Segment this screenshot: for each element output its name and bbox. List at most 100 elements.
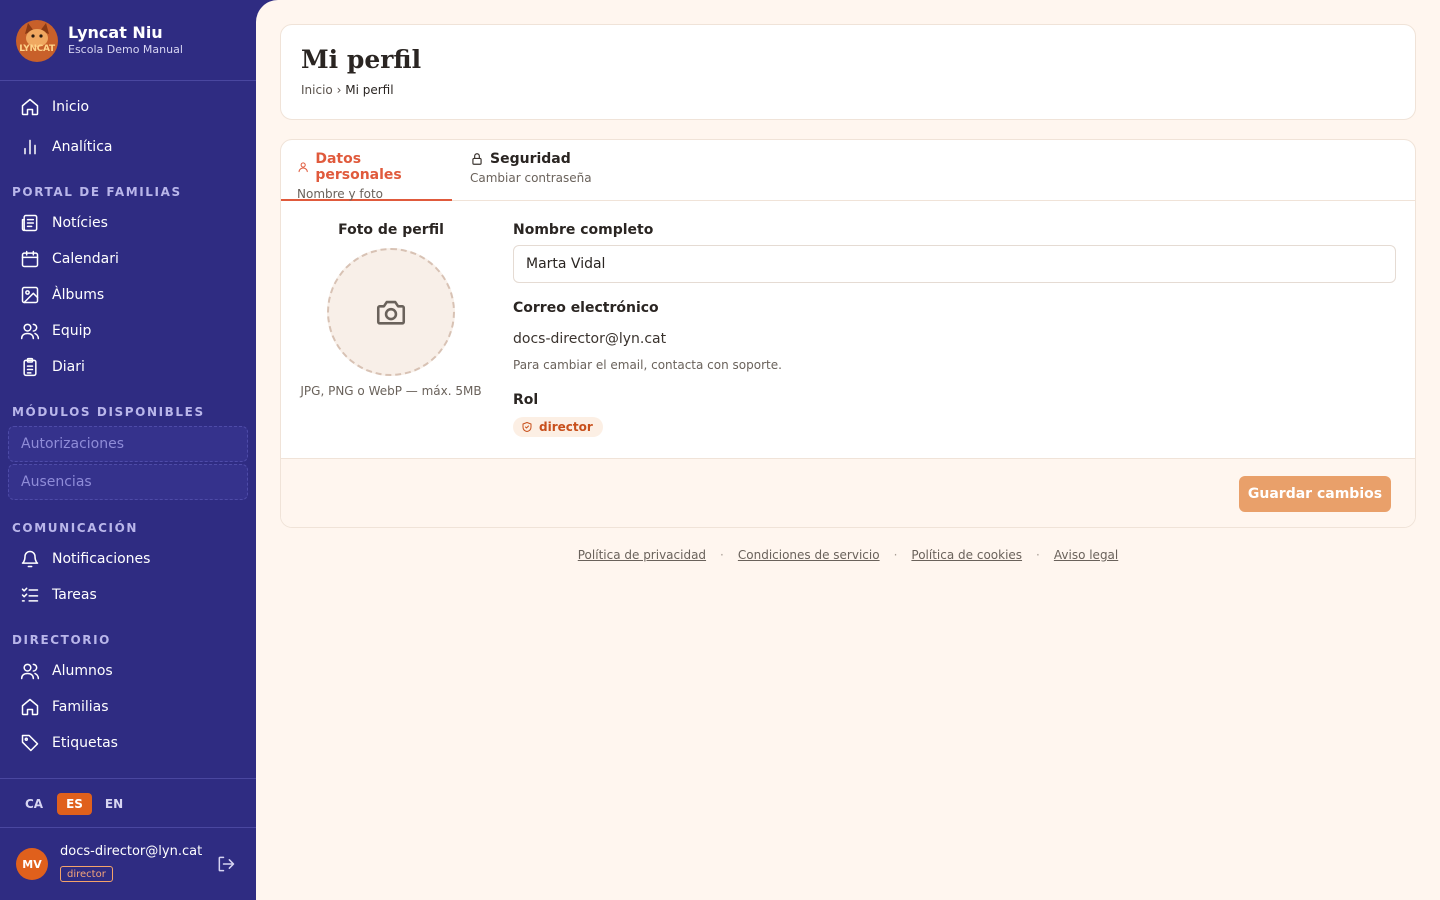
tab-title: Datos personales	[315, 151, 402, 183]
breadcrumb-home-link[interactable]: Inicio	[301, 83, 333, 97]
section-title-directorio: DIRECTORIO	[12, 633, 111, 647]
section-title-portal: PORTAL DE FAMILIAS	[12, 185, 182, 199]
sidebar-item-label: Àlbums	[52, 287, 105, 303]
sidebar-item-label: Notícies	[52, 215, 108, 231]
lang-en-button[interactable]: EN	[100, 793, 128, 815]
tab-title: Seguridad	[490, 151, 571, 167]
home-icon	[20, 97, 40, 117]
calendar-icon	[20, 249, 40, 269]
module-label: Ausencias	[21, 474, 92, 490]
sidebar-item-familias[interactable]: Familias	[8, 691, 248, 723]
sidebar-item-label: Calendari	[52, 251, 119, 267]
role-value: director	[539, 420, 593, 434]
email-hint: Para cambiar el email, contacta con sopo…	[513, 358, 782, 372]
breadcrumb-current: Mi perfil	[345, 83, 394, 97]
lang-es-button[interactable]: ES	[57, 793, 92, 815]
lyncat-logo: LYNCAT	[16, 20, 58, 62]
tab-subtitle: Nombre y foto	[297, 187, 384, 201]
sidebar-item-label: Tareas	[52, 587, 97, 603]
role-badge: director	[513, 417, 603, 437]
user-role-badge: director	[60, 866, 113, 882]
bell-icon	[20, 549, 40, 569]
sidebar-item-equip[interactable]: Equip	[8, 315, 248, 347]
footer-separator: ·	[893, 548, 898, 562]
terms-link[interactable]: Condiciones de servicio	[738, 548, 880, 562]
home-icon	[20, 697, 40, 717]
sidebar-item-alumnos[interactable]: Alumnos	[8, 655, 248, 687]
footer-links: Política de privacidad · Condiciones de …	[256, 548, 1440, 562]
sidebar-item-inicio[interactable]: Inicio	[8, 91, 248, 123]
sidebar-item-label: Alumnos	[52, 663, 113, 679]
user-email: docs-director@lyn.cat	[60, 844, 203, 859]
breadcrumb: Inicio › Mi perfil	[301, 83, 394, 97]
section-title-comunicacion: COMUNICACIÓN	[12, 521, 139, 535]
users-icon	[20, 321, 40, 341]
lock-icon	[472, 153, 482, 165]
full-name-input[interactable]	[513, 245, 1396, 283]
breadcrumb-separator: ›	[336, 83, 342, 97]
brand-header[interactable]: LYNCAT Lyncat Niu Escola Demo Manual	[0, 0, 256, 81]
shield-icon	[522, 422, 532, 432]
footer-separator: ·	[1036, 548, 1040, 562]
sidebar-item-label: Inicio	[52, 99, 90, 115]
logo-text: LYNCAT	[19, 44, 55, 54]
tab-datos-personales[interactable]: Datos personales Nombre y foto	[281, 140, 452, 201]
sidebar-item-etiquetas[interactable]: Etiquetas	[8, 727, 248, 759]
sidebar-item-label: Analítica	[52, 139, 113, 155]
tab-subtitle: Cambiar contraseña	[470, 171, 592, 185]
app: LYNCAT Lyncat Niu Escola Demo Manual Ini…	[0, 0, 1440, 900]
page-title: Mi perfil	[301, 45, 422, 74]
module-ausencias[interactable]: Ausencias	[8, 464, 248, 500]
sidebar-item-albums[interactable]: Àlbums	[8, 279, 248, 311]
legal-link[interactable]: Aviso legal	[1054, 548, 1118, 562]
main-content: Mi perfil Inicio › Mi perfil Datos perso…	[256, 0, 1440, 900]
tab-bar: Datos personales Nombre y foto Seguridad…	[281, 140, 1415, 201]
save-button[interactable]: Guardar cambios	[1239, 476, 1391, 512]
profile-card: Datos personales Nombre y foto Seguridad…	[280, 139, 1416, 528]
photo-label: Foto de perfil	[338, 222, 444, 238]
module-autorizaciones[interactable]: Autorizaciones	[8, 426, 248, 462]
lang-ca-button[interactable]: CA	[20, 793, 48, 815]
users-icon	[20, 661, 40, 681]
avatar[interactable]: MV	[16, 848, 48, 880]
list-checks-icon	[20, 585, 40, 605]
section-title-modulos: MÓDULOS DISPONIBLES	[12, 405, 205, 419]
sidebar: LYNCAT Lyncat Niu Escola Demo Manual Ini…	[0, 0, 256, 900]
sidebar-item-diari[interactable]: Diari	[8, 351, 248, 383]
tab-seguridad[interactable]: Seguridad Cambiar contraseña	[454, 140, 614, 201]
page-header: Mi perfil Inicio › Mi perfil	[280, 24, 1416, 120]
sidebar-item-label: Notificaciones	[52, 551, 151, 567]
user-icon	[298, 162, 308, 173]
sidebar-item-label: Diari	[52, 359, 85, 375]
user-panel: MV docs-director@lyn.cat director	[0, 829, 256, 900]
photo-hint: JPG, PNG o WebP — máx. 5MB	[300, 384, 482, 398]
email-value: docs-director@lyn.cat	[513, 331, 667, 347]
sidebar-item-noticies[interactable]: Notícies	[8, 207, 248, 239]
sidebar-item-tareas[interactable]: Tareas	[8, 579, 248, 611]
photo-upload[interactable]	[327, 248, 455, 376]
sidebar-item-label: Etiquetas	[52, 735, 118, 751]
camera-icon	[376, 300, 406, 325]
privacy-link[interactable]: Política de privacidad	[578, 548, 706, 562]
sidebar-item-analitica[interactable]: Analítica	[8, 131, 248, 163]
brand-name: Lyncat Niu	[68, 23, 163, 42]
footer-separator: ·	[720, 548, 724, 562]
bar-chart-icon	[20, 137, 40, 157]
card-footer: Guardar cambios	[281, 458, 1415, 527]
sidebar-item-calendari[interactable]: Calendari	[8, 243, 248, 275]
name-label: Nombre completo	[513, 222, 654, 238]
language-switcher: CA ES EN	[0, 778, 256, 828]
sidebar-item-label: Equip	[52, 323, 92, 339]
brand-subtitle: Escola Demo Manual	[68, 43, 183, 56]
sidebar-item-label: Familias	[52, 699, 109, 715]
role-label: Rol	[513, 392, 539, 408]
image-icon	[20, 285, 40, 305]
clipboard-icon	[20, 357, 40, 377]
email-label: Correo electrónico	[513, 300, 659, 316]
logout-icon[interactable]	[216, 854, 236, 874]
sidebar-item-notificaciones[interactable]: Notificaciones	[8, 543, 248, 575]
module-label: Autorizaciones	[21, 436, 125, 452]
newspaper-icon	[20, 213, 40, 233]
tag-icon	[20, 733, 40, 753]
cookies-link[interactable]: Política de cookies	[911, 548, 1022, 562]
